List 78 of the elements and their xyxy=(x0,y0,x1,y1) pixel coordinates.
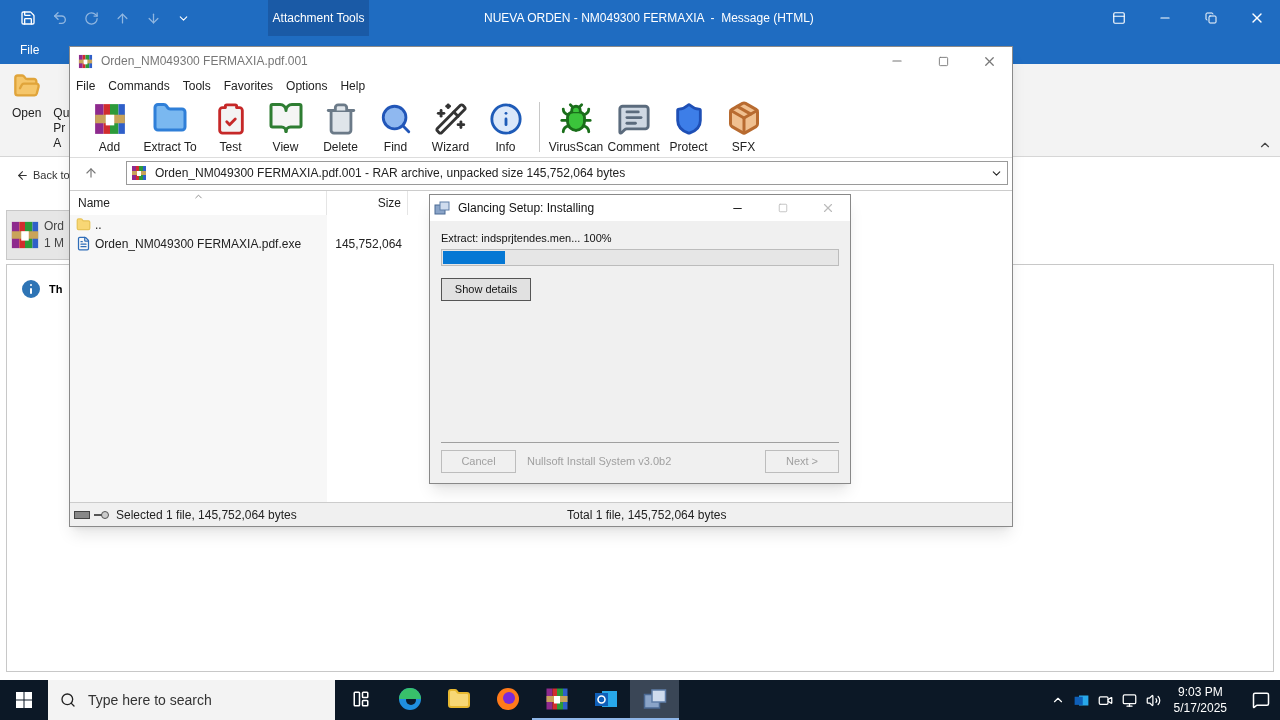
archive-icon xyxy=(10,220,40,250)
bug-icon xyxy=(559,102,593,136)
window-title: NUEVA ORDEN - NM049300 FERMAXIA - Message (HTML) xyxy=(484,10,814,27)
menu-item[interactable]: Options xyxy=(286,77,328,95)
menu-item[interactable]: Help xyxy=(340,77,366,95)
toolbar-button[interactable]: Find xyxy=(368,98,423,156)
toolbar-button[interactable]: Wizard xyxy=(423,98,478,156)
app-icon xyxy=(78,53,93,69)
wand-icon xyxy=(433,102,468,136)
installer-icon xyxy=(434,201,450,215)
installer-branding: Nullsoft Install System v3.0b2 xyxy=(527,454,672,470)
notifications-icon[interactable] xyxy=(1252,691,1270,709)
program-icon xyxy=(76,236,91,251)
toolbar-button[interactable]: Info xyxy=(478,98,533,156)
menu-item[interactable]: Tools xyxy=(182,77,211,95)
progress-status: Extract: indsprjtendes.men... 100% xyxy=(441,231,613,246)
toolbar-button[interactable]: Protect xyxy=(661,98,716,156)
drive-icon xyxy=(74,510,90,519)
attachment-size: 1 M xyxy=(44,235,64,252)
file-tab[interactable]: File xyxy=(20,41,40,59)
info-icon xyxy=(19,277,43,301)
search-icon xyxy=(60,692,76,708)
ribbon-label: A xyxy=(53,136,62,151)
file-name[interactable]: .. xyxy=(95,215,102,234)
browser-icon xyxy=(495,687,520,711)
attachment-name: Ord xyxy=(44,218,64,235)
file-size: 145,752,064 xyxy=(335,235,402,253)
address-field[interactable]: Orden_NM049300 FERMAXIA.pdf.001 - RAR archive, unpacked size 145,752,064 bytes xyxy=(126,161,1008,185)
archive-icon xyxy=(544,687,569,711)
restore-icon[interactable] xyxy=(1205,12,1217,24)
search-field[interactable]: Type here to search xyxy=(48,680,335,720)
windows-start-icon[interactable] xyxy=(16,692,32,708)
toolbar-button[interactable]: Add xyxy=(82,98,137,156)
network-icon[interactable] xyxy=(1121,692,1137,708)
ribbon-display-icon[interactable] xyxy=(1112,11,1126,25)
show-details-button[interactable]: Show details xyxy=(441,277,531,301)
toolbar-button[interactable]: Delete xyxy=(313,98,368,156)
save-icon[interactable] xyxy=(20,10,36,26)
installer-icon xyxy=(642,688,667,710)
back-link[interactable]: Back to xyxy=(33,166,70,184)
folder-icon xyxy=(76,217,91,232)
menu-item[interactable]: File xyxy=(76,77,96,95)
ribbon-label: Pr xyxy=(53,121,66,136)
key-icon xyxy=(94,510,110,519)
toolbar-button[interactable]: Comment xyxy=(606,98,661,156)
column-header[interactable]: Name xyxy=(78,194,110,212)
toolbar-button[interactable]: SFX xyxy=(716,98,771,156)
ribbon-label: Qu xyxy=(53,106,70,121)
book-icon xyxy=(267,100,304,136)
task-view-icon xyxy=(351,690,370,708)
toolbar-button[interactable]: VirusScan xyxy=(546,98,606,156)
menu-item[interactable]: Favorites xyxy=(223,77,274,95)
folder-icon xyxy=(446,687,471,711)
column-header[interactable]: Size xyxy=(377,194,401,212)
taskbar-app[interactable] xyxy=(630,680,679,720)
status-text: Total 1 file, 145,752,064 bytes xyxy=(567,506,727,524)
up-folder-icon[interactable] xyxy=(84,166,98,180)
toolbar-button[interactable]: Test xyxy=(203,98,258,156)
contextual-tab-label: Attachment Tools xyxy=(268,0,369,36)
books-icon xyxy=(92,102,127,136)
archive-icon xyxy=(131,165,147,181)
open-button[interactable]: Open xyxy=(12,104,42,122)
file-name[interactable]: Orden_NM049300 FERMAXIA.pdf.exe xyxy=(95,234,302,253)
dialog-title: Glancing Setup: Installing xyxy=(458,200,595,217)
window-title: Orden_NM049300 FERMAXIA.pdf.001 xyxy=(101,53,308,70)
info-text: Th xyxy=(49,282,63,297)
clock-time[interactable]: 9:03 PM xyxy=(1177,684,1223,700)
maximize-icon[interactable] xyxy=(937,55,949,67)
info-icon xyxy=(488,102,523,136)
toolbar-button[interactable]: View xyxy=(258,98,313,156)
clock-date[interactable]: 5/17/2025 xyxy=(1173,700,1227,716)
volume-icon[interactable] xyxy=(1145,692,1161,708)
menu-item[interactable]: Commands xyxy=(108,77,170,95)
back-arrow-icon[interactable] xyxy=(16,168,29,182)
comment-icon xyxy=(616,102,651,136)
browser-icon xyxy=(397,687,422,711)
toolbar-button[interactable]: Extract To xyxy=(137,98,203,156)
status-text: Selected 1 file, 145,752,064 bytes xyxy=(116,506,298,524)
